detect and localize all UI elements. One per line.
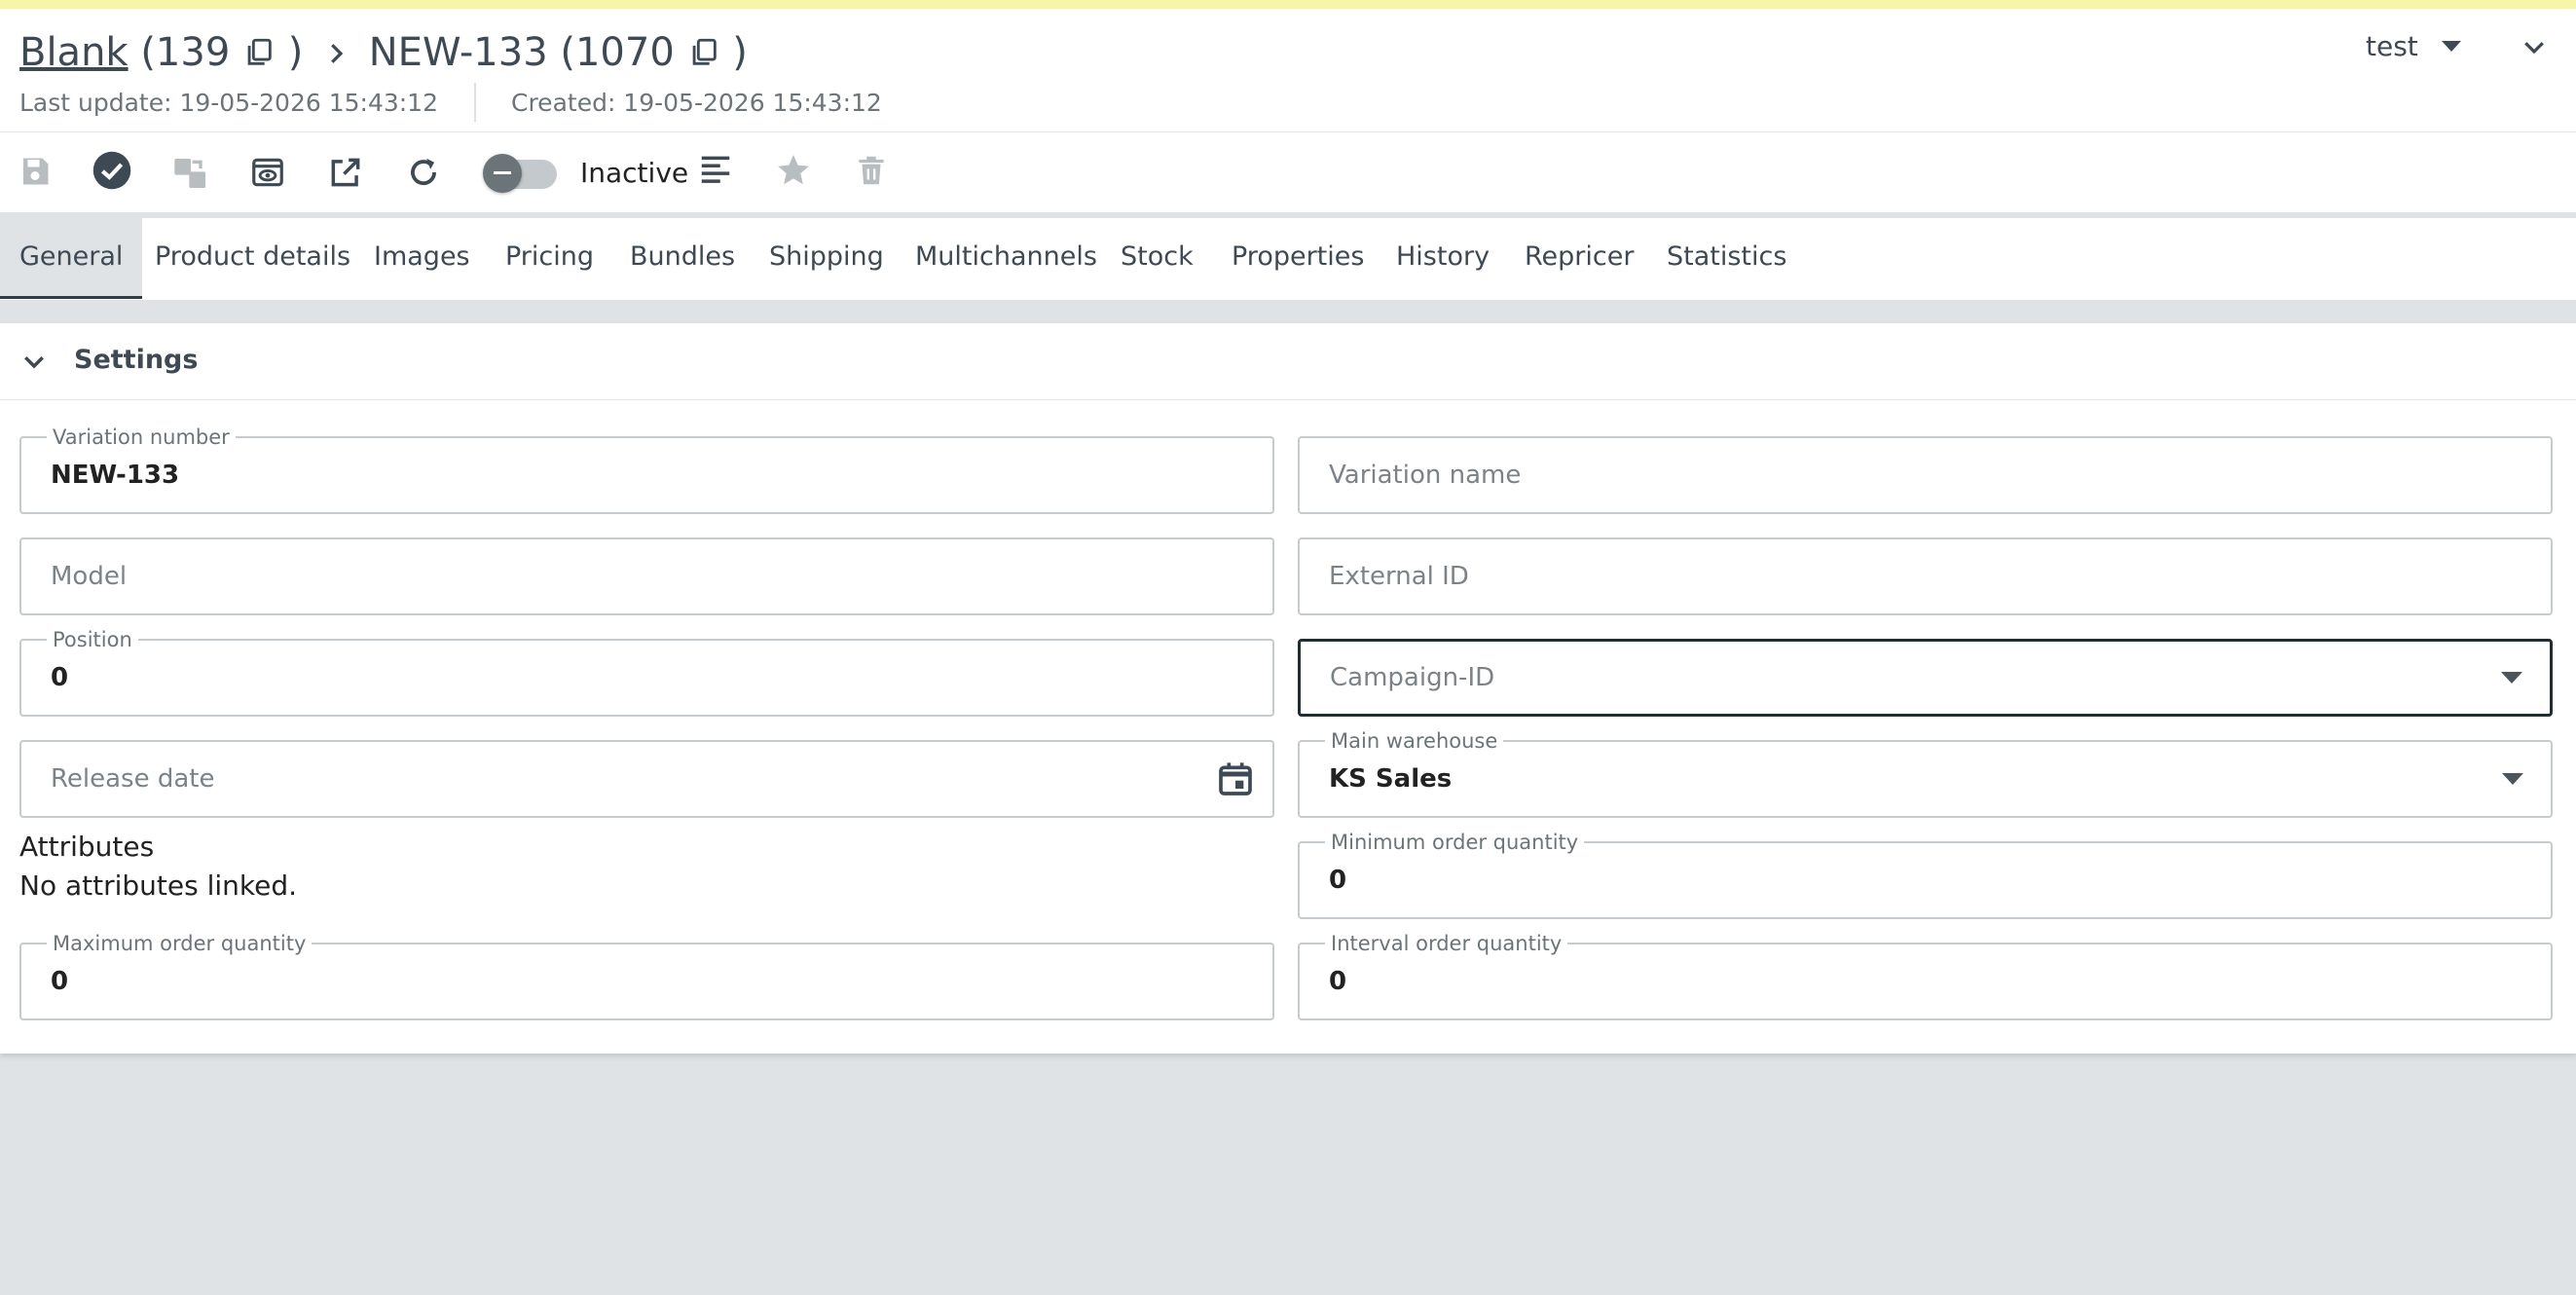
settings-panel: Settings Variation number NEW-133 Variat…	[0, 323, 2576, 1054]
delete-icon[interactable]	[853, 152, 890, 189]
maximum-order-quantity-value: 0	[51, 967, 69, 996]
preview-icon[interactable]	[249, 154, 286, 191]
breadcrumb-parent-id: (139	[140, 30, 231, 75]
check-circle-icon[interactable]	[92, 150, 132, 191]
save-icon[interactable]	[18, 154, 53, 189]
star-icon[interactable]	[775, 152, 812, 189]
position-value: 0	[51, 663, 69, 692]
user-name: test	[2366, 29, 2418, 62]
minimum-order-quantity-field[interactable]: Minimum order quantity 0	[1298, 831, 2553, 919]
main-warehouse-value: KS Sales	[1329, 764, 1453, 794]
breadcrumb-parent-link[interactable]: Blank	[19, 30, 129, 75]
align-left-icon[interactable]	[697, 152, 734, 189]
meta-divider	[474, 83, 476, 122]
breadcrumb: Blank (139 ) NEW-133 (1070 )	[19, 28, 748, 77]
status-toggle[interactable]	[483, 154, 557, 193]
tab-repricer[interactable]: Repricer	[1525, 218, 1634, 296]
variation-number-field[interactable]: Variation number NEW-133	[19, 426, 1274, 514]
open-external-icon[interactable]	[327, 154, 364, 191]
variation-name-placeholder: Variation name	[1329, 461, 1522, 490]
tab-bar: General Product details Images Pricing B…	[0, 218, 2576, 300]
chevron-right-icon	[331, 44, 344, 63]
breadcrumb-current-id: (1070	[560, 30, 675, 75]
attributes-empty-text: No attributes linked.	[19, 870, 298, 902]
settings-section-header[interactable]: Settings	[0, 323, 2576, 400]
status-label: Inactive	[580, 157, 689, 189]
tab-product-details[interactable]: Product details	[155, 218, 350, 296]
copy-icon[interactable]	[687, 36, 720, 69]
maximum-order-quantity-field[interactable]: Maximum order quantity 0	[19, 932, 1274, 1020]
chevron-down-icon[interactable]	[2520, 32, 2549, 61]
chevron-down-icon	[24, 356, 44, 369]
created-text: Created: 19-05-2026 15:43:12	[511, 89, 882, 117]
toolbar: Inactive	[0, 132, 2576, 212]
campaign-id-select[interactable]: Campaign-ID	[1298, 639, 2553, 717]
campaign-id-placeholder: Campaign-ID	[1330, 663, 1495, 692]
caret-down-icon	[2502, 773, 2523, 785]
breadcrumb-current: NEW-133	[368, 30, 548, 75]
position-field[interactable]: Position 0	[19, 628, 1274, 717]
tab-history[interactable]: History	[1396, 218, 1490, 296]
model-field[interactable]: Model	[19, 537, 1274, 615]
minus-icon	[494, 171, 511, 174]
tab-stock[interactable]: Stock	[1121, 218, 1194, 296]
minimum-order-quantity-label: Minimum order quantity	[1325, 831, 1585, 854]
settings-title: Settings	[74, 345, 199, 375]
toggle-knob	[483, 154, 522, 193]
tab-multichannels[interactable]: Multichannels	[915, 218, 1097, 296]
release-date-placeholder: Release date	[51, 764, 215, 794]
variation-name-field[interactable]: Variation name	[1298, 436, 2553, 514]
tab-properties[interactable]: Properties	[1232, 218, 1364, 296]
page-header: Blank (139 ) NEW-133 (1070 ) Last update…	[0, 9, 2576, 132]
user-menu[interactable]: test	[2366, 26, 2461, 65]
interval-order-quantity-label: Interval order quantity	[1325, 932, 1568, 955]
main-warehouse-select[interactable]: Main warehouse KS Sales	[1298, 729, 2553, 818]
interval-order-quantity-field[interactable]: Interval order quantity 0	[1298, 932, 2553, 1020]
interval-order-quantity-value: 0	[1329, 967, 1347, 996]
tab-general[interactable]: General	[0, 218, 143, 299]
copy-icon[interactable]	[242, 36, 276, 69]
tab-pricing[interactable]: Pricing	[505, 218, 594, 296]
model-placeholder: Model	[51, 562, 128, 591]
breadcrumb-current-close: )	[732, 30, 748, 75]
maximum-order-quantity-label: Maximum order quantity	[47, 932, 313, 955]
external-id-field[interactable]: External ID	[1298, 537, 2553, 615]
calendar-icon[interactable]	[1216, 759, 1255, 798]
refresh-icon[interactable]	[405, 154, 442, 191]
caret-down-icon	[2441, 40, 2461, 52]
copy-transfer-icon[interactable]	[171, 154, 210, 193]
caret-down-icon	[2501, 672, 2522, 684]
tab-images[interactable]: Images	[374, 218, 470, 296]
tab-bundles[interactable]: Bundles	[630, 218, 735, 296]
breadcrumb-parent-close: )	[287, 30, 304, 75]
external-id-placeholder: External ID	[1329, 562, 1469, 591]
minimum-order-quantity-value: 0	[1329, 866, 1347, 895]
variation-number-value: NEW-133	[51, 461, 180, 490]
attributes-heading: Attributes	[19, 831, 155, 863]
last-update-text: Last update: 19-05-2026 15:43:12	[19, 89, 438, 117]
tab-shipping[interactable]: Shipping	[769, 218, 884, 296]
release-date-field[interactable]: Release date	[19, 740, 1274, 818]
tab-statistics[interactable]: Statistics	[1667, 218, 1786, 296]
